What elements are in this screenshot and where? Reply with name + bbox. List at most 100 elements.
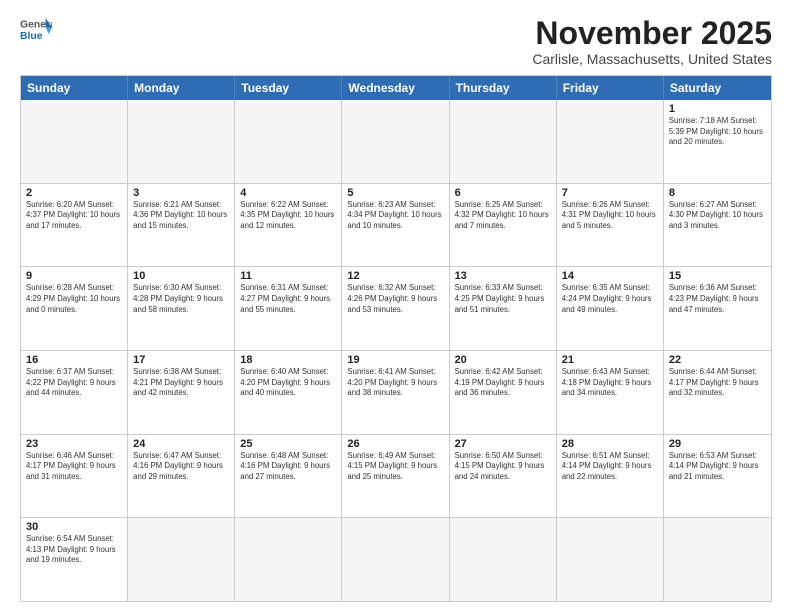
calendar-cell: 29Sunrise: 6:53 AM Sunset: 4:14 PM Dayli…: [664, 435, 771, 518]
calendar-header-row: SundayMondayTuesdayWednesdayThursdayFrid…: [21, 76, 771, 100]
day-info: Sunrise: 6:41 AM Sunset: 4:20 PM Dayligh…: [347, 367, 443, 399]
calendar-cell: 28Sunrise: 6:51 AM Sunset: 4:14 PM Dayli…: [557, 435, 664, 518]
calendar-cell: [557, 518, 664, 601]
day-info: Sunrise: 6:43 AM Sunset: 4:18 PM Dayligh…: [562, 367, 658, 399]
logo: General Blue: [20, 16, 52, 44]
day-info: Sunrise: 6:48 AM Sunset: 4:16 PM Dayligh…: [240, 451, 336, 483]
day-info: Sunrise: 6:42 AM Sunset: 4:19 PM Dayligh…: [455, 367, 551, 399]
day-number: 20: [455, 354, 551, 366]
day-info: Sunrise: 6:23 AM Sunset: 4:34 PM Dayligh…: [347, 200, 443, 232]
day-info: Sunrise: 6:33 AM Sunset: 4:25 PM Dayligh…: [455, 283, 551, 315]
day-info: Sunrise: 6:28 AM Sunset: 4:29 PM Dayligh…: [26, 283, 122, 315]
day-info: Sunrise: 6:47 AM Sunset: 4:16 PM Dayligh…: [133, 451, 229, 483]
month-title: November 2025: [532, 16, 772, 51]
calendar-cell: [128, 518, 235, 601]
day-number: 29: [669, 438, 766, 450]
calendar-cell: 2Sunrise: 6:20 AM Sunset: 4:37 PM Daylig…: [21, 184, 128, 267]
calendar-week-6: 30Sunrise: 6:54 AM Sunset: 4:13 PM Dayli…: [21, 518, 771, 601]
calendar-cell: 27Sunrise: 6:50 AM Sunset: 4:15 PM Dayli…: [450, 435, 557, 518]
calendar-week-2: 2Sunrise: 6:20 AM Sunset: 4:37 PM Daylig…: [21, 184, 771, 268]
day-number: 2: [26, 187, 122, 199]
calendar-week-3: 9Sunrise: 6:28 AM Sunset: 4:29 PM Daylig…: [21, 267, 771, 351]
calendar-cell: 11Sunrise: 6:31 AM Sunset: 4:27 PM Dayli…: [235, 267, 342, 350]
day-info: Sunrise: 6:54 AM Sunset: 4:13 PM Dayligh…: [26, 534, 122, 566]
calendar-cell: 20Sunrise: 6:42 AM Sunset: 4:19 PM Dayli…: [450, 351, 557, 434]
header-day-saturday: Saturday: [664, 76, 771, 100]
calendar-cell: 10Sunrise: 6:30 AM Sunset: 4:28 PM Dayli…: [128, 267, 235, 350]
calendar-week-1: 1Sunrise: 7:18 AM Sunset: 5:39 PM Daylig…: [21, 100, 771, 184]
calendar-cell: [128, 100, 235, 183]
calendar-cell: 14Sunrise: 6:35 AM Sunset: 4:24 PM Dayli…: [557, 267, 664, 350]
day-number: 22: [669, 354, 766, 366]
day-number: 17: [133, 354, 229, 366]
calendar-cell: 5Sunrise: 6:23 AM Sunset: 4:34 PM Daylig…: [342, 184, 449, 267]
calendar-cell: 19Sunrise: 6:41 AM Sunset: 4:20 PM Dayli…: [342, 351, 449, 434]
day-number: 15: [669, 270, 766, 282]
calendar-cell: 23Sunrise: 6:46 AM Sunset: 4:17 PM Dayli…: [21, 435, 128, 518]
calendar-cell: 4Sunrise: 6:22 AM Sunset: 4:35 PM Daylig…: [235, 184, 342, 267]
calendar-cell: [235, 518, 342, 601]
day-info: Sunrise: 6:27 AM Sunset: 4:30 PM Dayligh…: [669, 200, 766, 232]
day-info: Sunrise: 6:46 AM Sunset: 4:17 PM Dayligh…: [26, 451, 122, 483]
calendar-week-5: 23Sunrise: 6:46 AM Sunset: 4:17 PM Dayli…: [21, 435, 771, 519]
calendar-body: 1Sunrise: 7:18 AM Sunset: 5:39 PM Daylig…: [21, 100, 771, 601]
calendar-cell: 25Sunrise: 6:48 AM Sunset: 4:16 PM Dayli…: [235, 435, 342, 518]
day-info: Sunrise: 6:44 AM Sunset: 4:17 PM Dayligh…: [669, 367, 766, 399]
day-number: 4: [240, 187, 336, 199]
day-number: 18: [240, 354, 336, 366]
day-number: 5: [347, 187, 443, 199]
header-day-wednesday: Wednesday: [342, 76, 449, 100]
calendar-cell: 21Sunrise: 6:43 AM Sunset: 4:18 PM Dayli…: [557, 351, 664, 434]
day-number: 30: [26, 521, 122, 533]
calendar-cell: 17Sunrise: 6:38 AM Sunset: 4:21 PM Dayli…: [128, 351, 235, 434]
day-info: Sunrise: 6:20 AM Sunset: 4:37 PM Dayligh…: [26, 200, 122, 232]
calendar-cell: 16Sunrise: 6:37 AM Sunset: 4:22 PM Dayli…: [21, 351, 128, 434]
calendar-cell: 8Sunrise: 6:27 AM Sunset: 4:30 PM Daylig…: [664, 184, 771, 267]
day-info: Sunrise: 6:30 AM Sunset: 4:28 PM Dayligh…: [133, 283, 229, 315]
header-day-friday: Friday: [557, 76, 664, 100]
calendar-cell: 26Sunrise: 6:49 AM Sunset: 4:15 PM Dayli…: [342, 435, 449, 518]
day-info: Sunrise: 6:21 AM Sunset: 4:36 PM Dayligh…: [133, 200, 229, 232]
calendar-cell: [235, 100, 342, 183]
calendar-cell: [21, 100, 128, 183]
day-info: Sunrise: 6:22 AM Sunset: 4:35 PM Dayligh…: [240, 200, 336, 232]
calendar-cell: [664, 518, 771, 601]
day-info: Sunrise: 6:53 AM Sunset: 4:14 PM Dayligh…: [669, 451, 766, 483]
day-number: 11: [240, 270, 336, 282]
day-info: Sunrise: 6:49 AM Sunset: 4:15 PM Dayligh…: [347, 451, 443, 483]
day-number: 23: [26, 438, 122, 450]
calendar-cell: 12Sunrise: 6:32 AM Sunset: 4:26 PM Dayli…: [342, 267, 449, 350]
calendar-cell: [557, 100, 664, 183]
day-number: 24: [133, 438, 229, 450]
day-info: Sunrise: 6:50 AM Sunset: 4:15 PM Dayligh…: [455, 451, 551, 483]
day-number: 6: [455, 187, 551, 199]
day-info: Sunrise: 6:26 AM Sunset: 4:31 PM Dayligh…: [562, 200, 658, 232]
header: General Blue November 2025 Carlisle, Mas…: [20, 16, 772, 67]
day-number: 26: [347, 438, 443, 450]
calendar-cell: 18Sunrise: 6:40 AM Sunset: 4:20 PM Dayli…: [235, 351, 342, 434]
calendar-cell: 7Sunrise: 6:26 AM Sunset: 4:31 PM Daylig…: [557, 184, 664, 267]
day-number: 19: [347, 354, 443, 366]
svg-text:Blue: Blue: [20, 31, 43, 42]
day-info: Sunrise: 6:40 AM Sunset: 4:20 PM Dayligh…: [240, 367, 336, 399]
header-day-thursday: Thursday: [450, 76, 557, 100]
day-number: 28: [562, 438, 658, 450]
page: General Blue November 2025 Carlisle, Mas…: [0, 0, 792, 612]
day-info: Sunrise: 6:37 AM Sunset: 4:22 PM Dayligh…: [26, 367, 122, 399]
calendar-cell: 1Sunrise: 7:18 AM Sunset: 5:39 PM Daylig…: [664, 100, 771, 183]
day-number: 8: [669, 187, 766, 199]
calendar-cell: [342, 518, 449, 601]
header-day-monday: Monday: [128, 76, 235, 100]
day-info: Sunrise: 7:18 AM Sunset: 5:39 PM Dayligh…: [669, 116, 766, 148]
calendar-cell: [450, 100, 557, 183]
calendar: SundayMondayTuesdayWednesdayThursdayFrid…: [20, 75, 772, 602]
day-info: Sunrise: 6:36 AM Sunset: 4:23 PM Dayligh…: [669, 283, 766, 315]
day-number: 14: [562, 270, 658, 282]
title-block: November 2025 Carlisle, Massachusetts, U…: [532, 16, 772, 67]
day-number: 1: [669, 103, 766, 115]
day-info: Sunrise: 6:38 AM Sunset: 4:21 PM Dayligh…: [133, 367, 229, 399]
calendar-cell: 13Sunrise: 6:33 AM Sunset: 4:25 PM Dayli…: [450, 267, 557, 350]
calendar-cell: 3Sunrise: 6:21 AM Sunset: 4:36 PM Daylig…: [128, 184, 235, 267]
calendar-cell: [450, 518, 557, 601]
day-info: Sunrise: 6:25 AM Sunset: 4:32 PM Dayligh…: [455, 200, 551, 232]
